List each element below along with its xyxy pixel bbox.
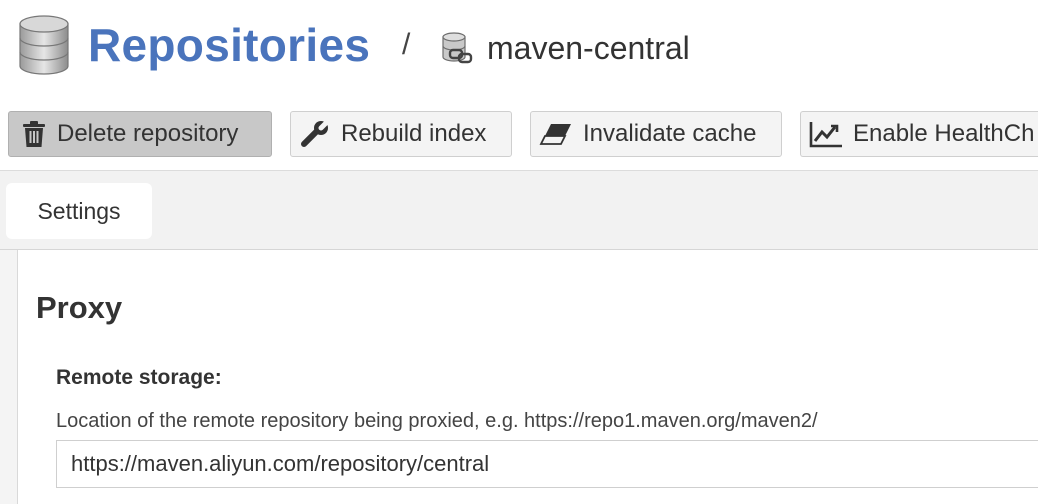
settings-form: Proxy Remote storage: Location of the re… <box>0 250 1038 504</box>
form-left-gutter <box>0 250 18 504</box>
enable-healthcheck-button[interactable]: Enable HealthCh <box>800 111 1038 157</box>
remote-storage-help-text: Location of the remote repository being … <box>56 410 818 432</box>
page-title[interactable]: Repositories <box>88 18 370 72</box>
rebuild-index-label: Rebuild index <box>341 120 487 147</box>
settings-tab-bar: Settings <box>0 170 1038 250</box>
delete-repository-label: Delete repository <box>57 120 239 147</box>
remote-storage-input[interactable] <box>56 440 1038 488</box>
breadcrumb-separator: / <box>402 28 411 61</box>
invalidate-cache-button[interactable]: Invalidate cache <box>530 111 782 157</box>
trash-icon <box>23 121 45 147</box>
wrench-icon <box>301 119 331 147</box>
rebuild-index-button[interactable]: Rebuild index <box>290 111 512 157</box>
enable-healthcheck-label: Enable HealthCh <box>853 120 1035 147</box>
database-icon <box>19 15 69 75</box>
repository-toolbar: Delete repository Rebuild index Invalida… <box>0 108 1038 162</box>
tab-settings-label: Settings <box>37 197 121 224</box>
eraser-icon <box>539 124 571 145</box>
page-header: Repositories / maven-central <box>0 0 1038 100</box>
proxy-section-title: Proxy <box>36 290 123 325</box>
remote-storage-label: Remote storage: <box>56 366 222 389</box>
delete-repository-button[interactable]: Delete repository <box>8 111 272 157</box>
tab-settings[interactable]: Settings <box>6 183 152 239</box>
repository-settings-page: Repositories / maven-central Delete repo… <box>0 0 1038 504</box>
invalidate-cache-label: Invalidate cache <box>583 120 757 147</box>
breadcrumb-repository-name: maven-central <box>487 30 690 66</box>
proxy-repository-icon <box>442 32 473 64</box>
health-chart-icon <box>809 122 842 148</box>
